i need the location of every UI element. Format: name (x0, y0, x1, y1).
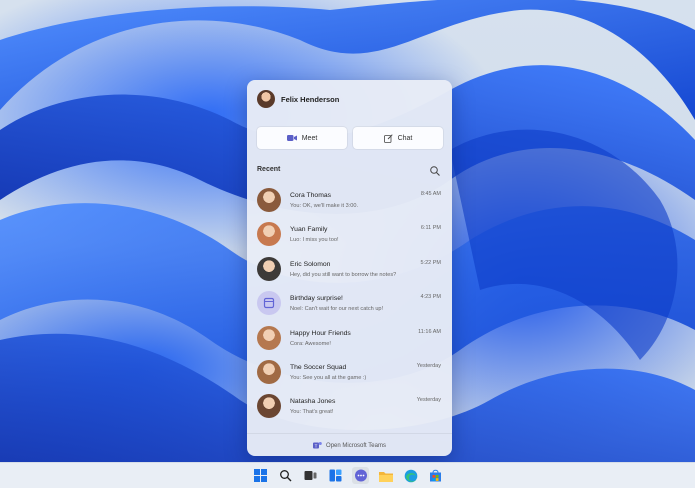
chat-preview: Luo: I miss you too! (290, 237, 339, 244)
meet-label: Meet (301, 134, 318, 142)
chat-list-item[interactable]: Natasha Jones You: That's great! Yesterday (253, 389, 447, 423)
open-teams-link[interactable]: T Open Microsoft Teams (247, 433, 452, 456)
chat-name: Happy Hour Friends (290, 329, 351, 337)
chat-preview: Hey, did you still want to borrow the no… (290, 271, 397, 278)
profile-name: Felix Henderson (281, 94, 340, 104)
chat-timestamp: 8:45 AM (420, 191, 441, 197)
chat-list-item[interactable]: The Soccer Squad You: See you all at the … (253, 355, 447, 389)
chat-avatar (257, 359, 281, 384)
calendar-icon (263, 298, 275, 309)
chat-avatar (257, 325, 281, 350)
chat-avatar (257, 394, 281, 419)
chat-preview: Noel: Can't wait for our next catch up! (290, 306, 384, 313)
chat-list-item[interactable]: Birthday surprise! Noel: Can't wait for o… (253, 286, 447, 320)
chat-button[interactable]: Chat (353, 127, 443, 149)
chat-icon (354, 469, 367, 481)
chat-avatar (257, 222, 281, 247)
taskbar-search-button[interactable] (277, 467, 294, 484)
action-buttons: Meet Chat (257, 127, 443, 149)
chat-timestamp: Yesterday (416, 397, 441, 404)
open-teams-label: Open Microsoft Teams (326, 442, 386, 449)
chat-label: Chat (397, 134, 413, 142)
chat-timestamp: 4:23 PM (420, 294, 441, 301)
chat-avatar (257, 188, 281, 212)
chat-list-item[interactable]: Eric Solomon Hey, did you still want to b… (253, 252, 447, 286)
store-button[interactable] (427, 467, 444, 484)
video-camera-icon (286, 135, 297, 141)
chat-preview: Cora: Awesome! (290, 340, 331, 347)
chat-timestamp: 6:11 PM (420, 225, 441, 232)
chat-list-item[interactable]: Cora Thomas You: OK, we'll make it 3:00. 8… (253, 183, 447, 217)
chat-timestamp: 11:16 AM (418, 328, 441, 335)
chat-taskbar-button[interactable] (352, 467, 369, 484)
start-button[interactable] (252, 467, 269, 484)
chat-timestamp: 5:22 PM (420, 259, 441, 266)
folder-icon (378, 471, 393, 482)
chat-name: Cora Thomas (290, 192, 332, 199)
compose-icon (383, 133, 393, 143)
store-icon (430, 469, 441, 482)
taskbar (0, 462, 695, 488)
chat-name: Yuan Family (290, 226, 328, 234)
chat-timestamp: Yesterday (416, 362, 441, 369)
chat-flyout: Felix Henderson Meet Chat Recent Cora Th… (247, 80, 452, 456)
chat-list-item[interactable]: Happy Hour Friends Cora: Awesome! 11:16 AM (253, 321, 447, 355)
chat-preview: You: That's great! (290, 409, 334, 416)
widgets-button[interactable] (327, 467, 344, 484)
chat-avatar (257, 256, 281, 281)
recent-chat-list: Cora Thomas You: OK, we'll make it 3:00. 8… (253, 183, 447, 424)
search-icon (280, 470, 292, 482)
chat-avatar (257, 291, 281, 316)
widgets-icon (329, 469, 342, 482)
search-icon[interactable] (429, 165, 441, 177)
chat-preview: You: OK, we'll make it 3:00. (290, 203, 359, 209)
recent-header: Recent (257, 165, 443, 177)
chat-name: Eric Solomon (290, 260, 331, 268)
task-view-icon (304, 471, 317, 480)
profile-header[interactable]: Felix Henderson (257, 88, 339, 110)
svg-text:T: T (315, 443, 318, 448)
edge-browser-button[interactable] (402, 467, 419, 484)
avatar (257, 90, 275, 108)
recent-label: Recent (257, 166, 281, 173)
edge-icon (404, 469, 417, 482)
task-view-button[interactable] (302, 467, 319, 484)
chat-list-item[interactable]: Yuan Family Luo: I miss you too! 6:11 PM (253, 217, 447, 251)
chat-name: The Soccer Squad (290, 363, 347, 371)
teams-icon: T (313, 442, 322, 449)
taskbar-icons (252, 467, 444, 484)
chat-name: Natasha Jones (290, 398, 336, 406)
chat-preview: You: See you all at the game :) (290, 374, 367, 381)
windows-logo-icon (254, 469, 267, 482)
file-explorer-button[interactable] (377, 467, 394, 484)
chat-name: Birthday surprise! (290, 295, 343, 303)
meet-button[interactable]: Meet (257, 127, 347, 149)
